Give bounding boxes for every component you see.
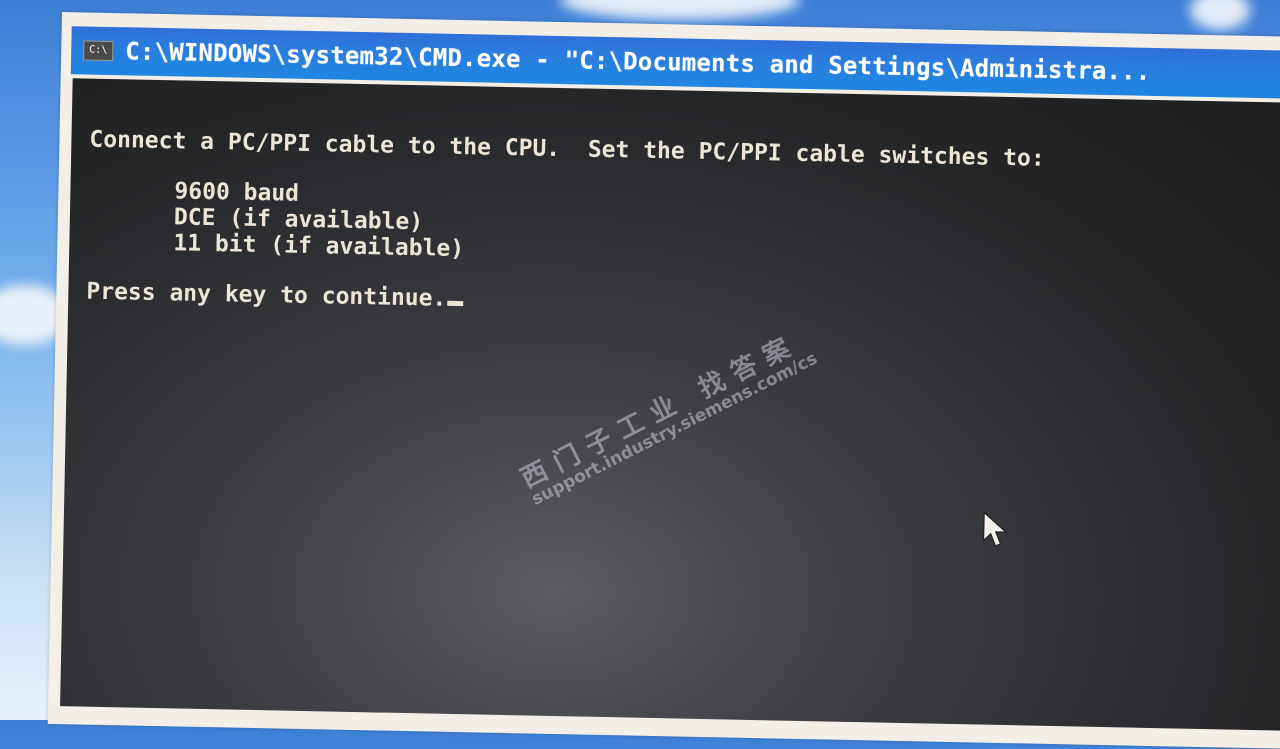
desktop-cloud [1190,0,1250,30]
watermark: 西门子工业 找答案 support.industry.siemens.com/c… [516,326,822,512]
cmd-window: C:\ C:\WINDOWS\system32\CMD.exe - "C:\Do… [47,12,1280,749]
mouse-pointer-icon [982,511,1008,547]
watermark-chinese: 西门子工业 找答案 [516,329,804,495]
watermark-url: support.industry.siemens.com/cs [528,348,821,510]
window-title: C:\WINDOWS\system32\CMD.exe - "C:\Docume… [124,37,1151,86]
console-output[interactable]: Connect a PC/PPI cable to the CPU. Set t… [60,78,1280,731]
cmd-app-icon[interactable]: C:\ [83,40,114,62]
desktop-cloud [560,0,800,20]
text-cursor [447,300,464,307]
